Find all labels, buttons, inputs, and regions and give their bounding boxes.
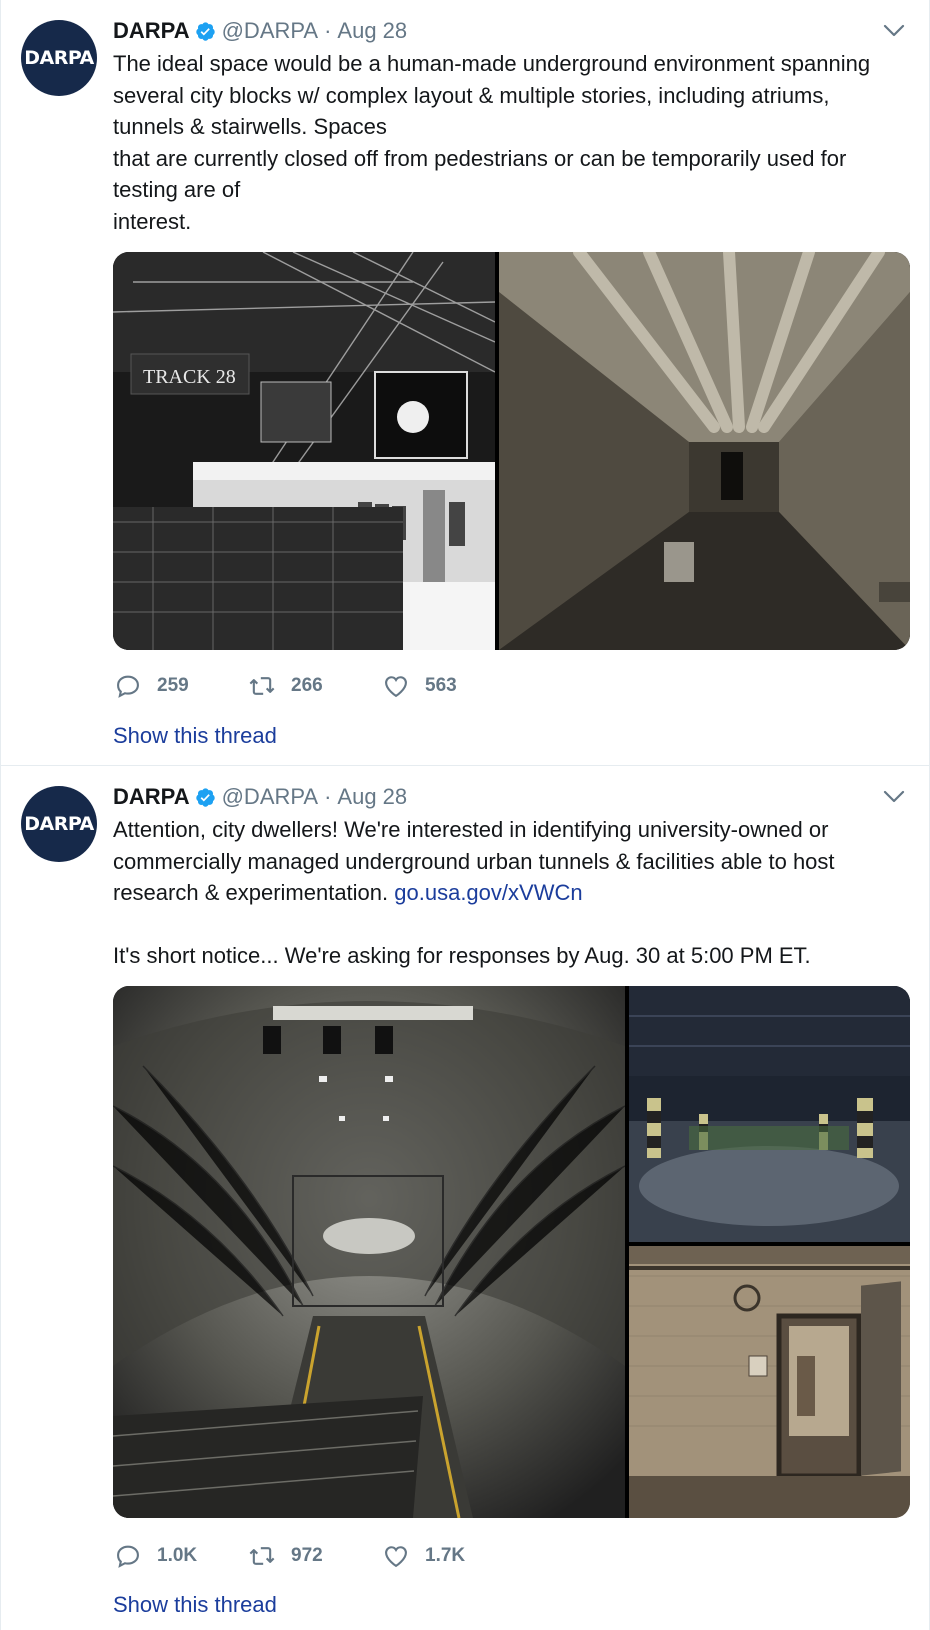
separator-dot: · — [324, 18, 332, 43]
reply-button[interactable]: 259 — [113, 672, 207, 700]
tweet-body-second-paragraph: It's short notice... We're asking for re… — [113, 943, 811, 968]
track-sign: TRACK 28 — [143, 366, 236, 388]
tweet-date[interactable]: Aug 28 — [337, 784, 407, 810]
tweet-body: Attention, city dwellers! We're interest… — [113, 814, 903, 909]
reply-icon — [117, 1545, 139, 1568]
tweet-actions: 259 266 563 — [113, 672, 515, 700]
like-button[interactable]: 1.7K — [381, 1542, 475, 1570]
author-handle[interactable]: @DARPA — [222, 784, 319, 810]
separator-dot: · — [324, 784, 332, 809]
verified-badge-icon — [195, 21, 215, 41]
author-name[interactable]: DARPA — [113, 784, 190, 810]
reply-count: 259 — [157, 675, 189, 696]
author-name[interactable]: DARPA — [113, 18, 190, 44]
retweet-button[interactable]: 972 — [247, 1542, 341, 1570]
verified-badge-icon — [195, 787, 215, 807]
author-handle[interactable]: @DARPA — [222, 18, 319, 44]
tweet-date[interactable]: Aug 28 — [337, 18, 407, 44]
retweet-button[interactable]: 266 — [247, 672, 341, 700]
retweet-icon — [249, 677, 275, 695]
reply-count: 1.0K — [157, 1545, 198, 1566]
like-icon — [385, 676, 407, 698]
media-grid: TRACK 28 — [113, 252, 910, 650]
retweet-icon — [249, 1547, 275, 1565]
tweet-body: The ideal space would be a human-made un… — [113, 51, 871, 234]
like-button[interactable]: 563 — [381, 672, 475, 700]
like-count: 563 — [425, 675, 457, 696]
tweet-actions: 1.0K 972 1.7K — [113, 1542, 515, 1570]
tweet-header: DARPA @DARPA · Aug 28 — [113, 782, 407, 812]
reply-icon — [117, 675, 139, 698]
caret-down-icon[interactable] — [883, 24, 905, 38]
caret-down-icon[interactable] — [883, 790, 905, 804]
show-thread-link[interactable]: Show this thread — [113, 723, 277, 749]
tweet-text: Attention, city dwellers! We're interest… — [113, 814, 903, 972]
like-count: 1.7K — [425, 1545, 466, 1566]
tweet[interactable]: DARPA DARPA @DARPA · Aug 28 The ideal sp… — [1, 0, 930, 766]
media-image-subway-station[interactable] — [113, 986, 625, 1518]
retweet-count: 972 — [291, 1545, 323, 1566]
reply-button[interactable]: 1.0K — [113, 1542, 207, 1570]
media-image-parking-garage[interactable] — [629, 986, 910, 1242]
tweet[interactable]: DARPA DARPA @DARPA · Aug 28 Attention, c… — [1, 766, 930, 1630]
retweet-count: 266 — [291, 675, 323, 696]
avatar[interactable]: DARPA — [21, 20, 97, 96]
avatar[interactable]: DARPA — [21, 786, 97, 862]
tweet-text: The ideal space would be a human-made un… — [113, 48, 903, 237]
media-grid — [113, 986, 910, 1518]
media-image-bunker-room[interactable] — [629, 1246, 910, 1518]
show-thread-link[interactable]: Show this thread — [113, 1592, 277, 1618]
media-image-corridor[interactable] — [499, 252, 910, 650]
tweet-header: DARPA @DARPA · Aug 28 — [113, 16, 407, 46]
media-image-train-platform[interactable]: TRACK 28 — [113, 252, 495, 650]
like-icon — [385, 1546, 407, 1568]
timeline: DARPA DARPA @DARPA · Aug 28 The ideal sp… — [0, 0, 930, 1630]
tweet-link[interactable]: go.usa.gov/xVWCn — [394, 880, 582, 905]
